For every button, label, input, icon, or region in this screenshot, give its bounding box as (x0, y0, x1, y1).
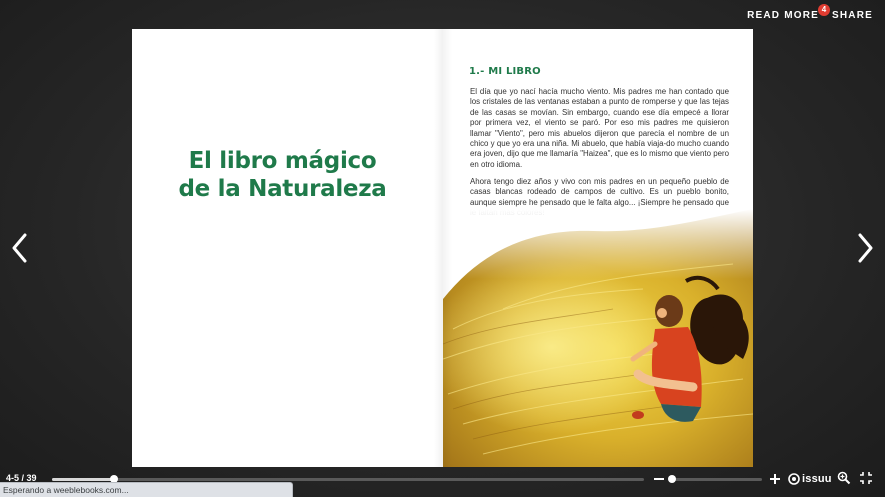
page-progress-fill (52, 478, 115, 481)
fullscreen-exit-button[interactable] (859, 471, 873, 485)
book-spread[interactable]: El libro mágico de la Naturaleza 1.- MI … (132, 29, 753, 467)
zoom-search-icon (837, 471, 851, 485)
zoom-slider[interactable] (667, 475, 762, 483)
chapter-title: 1.- MI LIBRO (469, 66, 541, 77)
notification-badge: 4 (818, 4, 830, 16)
story-paragraph-1: El día que yo nací hacía mucho viento. M… (470, 87, 729, 169)
left-page: El libro mágico de la Naturaleza (132, 29, 443, 467)
book-title-line2: de la Naturaleza (178, 176, 387, 202)
next-page-button[interactable] (855, 232, 875, 264)
right-page: 1.- MI LIBRO El día que yo nací hacía mu… (443, 29, 753, 467)
book-title: El libro mágico de la Naturaleza (132, 147, 433, 203)
issuu-logo-icon (788, 473, 800, 485)
issuu-logo[interactable]: issuu (788, 472, 832, 486)
zoom-search-button[interactable] (837, 471, 851, 485)
previous-page-button[interactable] (10, 232, 30, 264)
fullscreen-exit-icon (860, 472, 872, 484)
book-title-line1: El libro mágico (188, 148, 377, 174)
issuu-brand-label: issuu (802, 473, 832, 485)
wheat-field-illustration (443, 209, 753, 467)
zoom-in-button[interactable] (768, 472, 782, 486)
minus-icon (654, 478, 664, 480)
browser-status-text: Esperando a weeblebooks.com... (3, 485, 129, 495)
zoom-out-button[interactable] (652, 472, 666, 486)
zoom-slider-handle[interactable] (667, 475, 676, 483)
chevron-left-icon (12, 233, 27, 263)
share-button[interactable]: SHARE (832, 10, 873, 21)
chevron-right-icon (858, 233, 873, 263)
plus-icon (770, 474, 780, 484)
browser-status-bar: Esperando a weeblebooks.com... (0, 482, 293, 497)
top-toolbar: READ MORE 4 SHARE (0, 0, 885, 30)
page-spine (434, 29, 452, 467)
page-progress-slider[interactable] (52, 475, 644, 483)
read-more-button[interactable]: READ MORE (747, 10, 819, 21)
